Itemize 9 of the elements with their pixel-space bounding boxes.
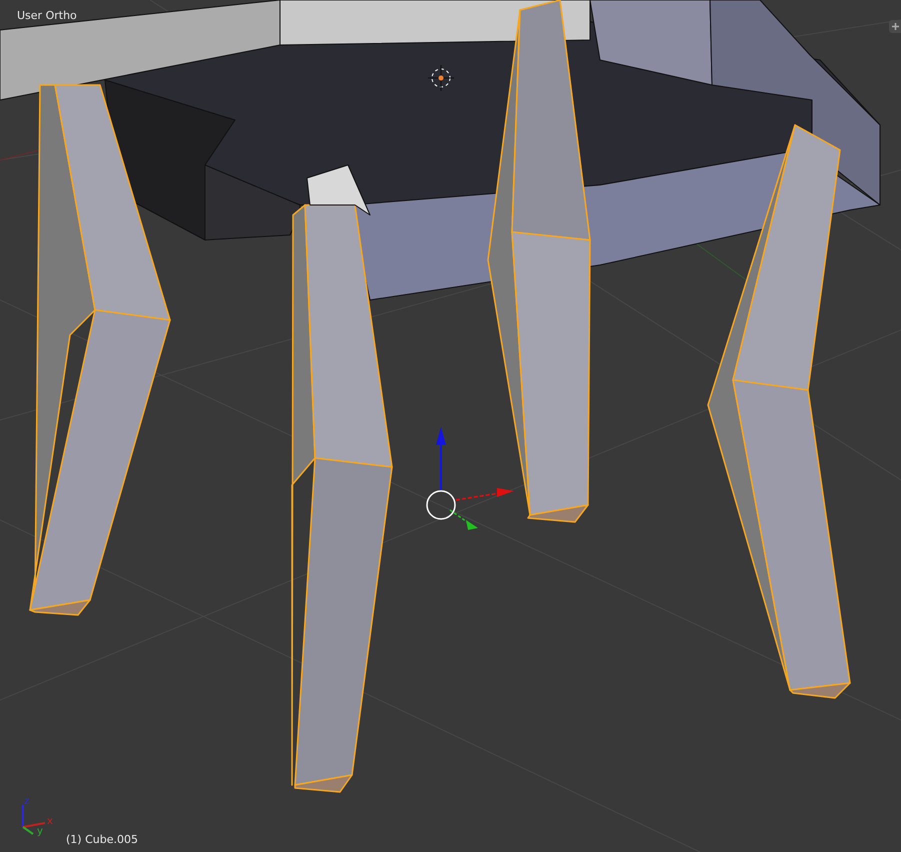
axis-label: x xyxy=(47,816,53,827)
object-info: (1) Cube.005 xyxy=(66,832,138,848)
plus-icon[interactable] xyxy=(889,20,901,33)
transform-gizmo-drawing[interactable] xyxy=(426,427,514,530)
axis-label: z xyxy=(24,796,30,807)
view-name: User Ortho xyxy=(17,8,77,24)
axis-orientation-icon xyxy=(22,805,46,835)
3d-cursor-icon xyxy=(428,64,454,92)
axis-label: y xyxy=(37,826,43,837)
